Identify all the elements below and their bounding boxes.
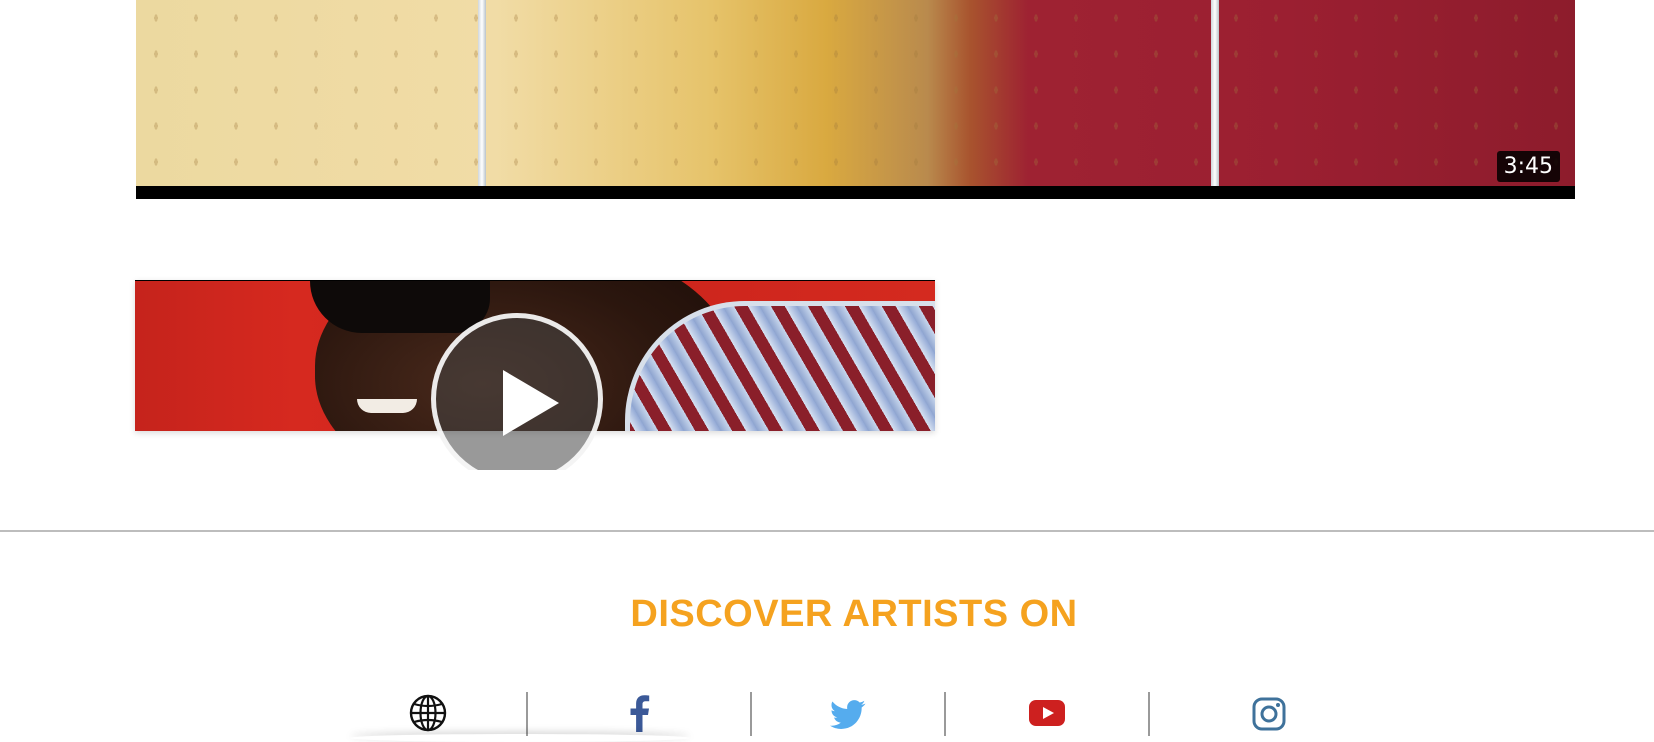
video-bottom-bar [136,186,1575,199]
thumbnail-smile [357,399,417,413]
video-player-top[interactable]: 3:45 [136,0,1575,199]
discover-heading: DISCOVER ARTISTS ON [630,593,1078,635]
facebook-icon [627,694,651,732]
twitter-icon [830,694,866,730]
pole-right [1211,0,1219,186]
fabric-pattern [136,0,1575,186]
social-link-facebook[interactable] [526,692,750,736]
instagram-icon [1252,694,1286,731]
globe-icon [409,694,447,732]
social-link-website[interactable] [330,692,526,736]
social-links-row [330,692,1388,736]
social-link-youtube[interactable] [944,692,1148,736]
youtube-icon [1028,694,1066,727]
pole-left [478,0,486,186]
social-link-instagram[interactable] [1148,692,1388,736]
section-divider [0,530,1654,532]
play-button[interactable] [431,313,603,470]
social-row-shadow [350,734,690,742]
play-button-area[interactable] [420,305,620,470]
play-icon [503,370,559,436]
social-link-twitter[interactable] [750,692,944,736]
video-duration-badge: 3:45 [1496,151,1560,182]
